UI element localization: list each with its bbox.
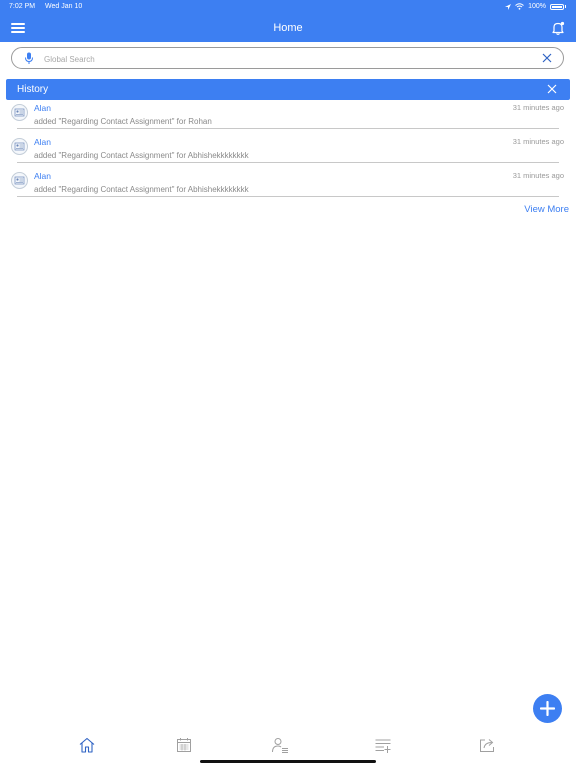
add-list-icon[interactable]: [374, 736, 392, 754]
search-box: [11, 47, 564, 69]
history-item[interactable]: Alan added "Regarding Contact Assignment…: [0, 101, 576, 135]
nav-bar: Home: [0, 14, 576, 42]
plus-icon: [540, 701, 555, 716]
add-button[interactable]: [533, 694, 562, 723]
history-item-name: Alan: [34, 137, 52, 147]
wifi-icon: [515, 3, 524, 10]
contact-card-icon: [14, 108, 25, 117]
divider: [17, 128, 559, 129]
search-input[interactable]: [42, 51, 526, 67]
avatar: [11, 138, 28, 155]
home-icon[interactable]: [78, 736, 96, 754]
history-item[interactable]: Alan added "Regarding Contact Assignment…: [0, 169, 576, 203]
view-more-link[interactable]: View More: [524, 204, 569, 215]
history-item-name: Alan: [34, 171, 52, 181]
divider: [17, 162, 559, 163]
history-title: History: [17, 84, 49, 95]
clear-search-icon[interactable]: [542, 53, 552, 63]
microphone-icon[interactable]: [24, 52, 34, 65]
history-header: History: [6, 79, 570, 100]
status-time: 7:02 PM: [9, 3, 36, 10]
calendar-icon[interactable]: [175, 736, 193, 754]
home-indicator: [200, 760, 376, 763]
location-icon: [505, 3, 512, 10]
tab-bar: [0, 730, 576, 760]
contacts-icon[interactable]: [271, 736, 289, 754]
status-bar: 7:02 PM Wed Jan 10 100%: [0, 0, 576, 14]
share-icon[interactable]: [478, 736, 496, 754]
history-item-name: Alan: [34, 103, 52, 113]
avatar: [11, 172, 28, 189]
divider: [17, 196, 559, 197]
battery-icon: [550, 3, 564, 10]
history-item-description: added "Regarding Contact Assignment" for…: [34, 151, 249, 160]
avatar: [11, 104, 28, 121]
history-item-time: 31 minutes ago: [512, 103, 564, 112]
history-item-description: added "Regarding Contact Assignment" for…: [34, 185, 249, 194]
history-item-time: 31 minutes ago: [512, 171, 564, 180]
history-item-time: 31 minutes ago: [512, 137, 564, 146]
contact-card-icon: [14, 142, 25, 151]
battery-tip: [565, 5, 566, 8]
battery-percent: 100%: [528, 3, 546, 10]
history-item-description: added "Regarding Contact Assignment" for…: [34, 117, 212, 126]
close-history-icon[interactable]: [547, 84, 557, 94]
contact-card-icon: [14, 176, 25, 185]
status-date: Wed Jan 10: [45, 3, 83, 10]
bell-icon[interactable]: [550, 20, 566, 36]
page-title: Home: [273, 22, 303, 34]
history-item[interactable]: Alan added "Regarding Contact Assignment…: [0, 135, 576, 169]
